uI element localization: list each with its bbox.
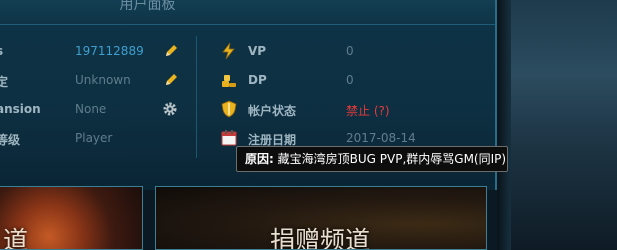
vp-value: 0 [346, 44, 354, 58]
coins-icon [220, 71, 238, 93]
dp-label: DP [248, 73, 267, 87]
register-date-value: 2017-08-14 [346, 131, 416, 145]
tooltip-text: 藏宝海湾房顶BUG PVP,群内辱骂GM(同IP) [277, 152, 507, 166]
lightning-icon [220, 42, 238, 64]
background-decoration [497, 0, 617, 250]
expansion-label: ansion [0, 102, 41, 116]
dp-value: 0 [346, 73, 354, 87]
account-status-label: 帐户状态 [248, 104, 297, 118]
email-label: 定 [0, 75, 9, 89]
donation-channel-banner[interactable]: 捐赠频道 [155, 186, 487, 250]
ban-reason-tooltip: 原因: 藏宝海湾房顶BUG PVP,群内辱骂GM(同IP) [236, 146, 508, 172]
channel-banner-left[interactable]: 道 [0, 186, 143, 250]
email-value: Unknown [75, 73, 131, 87]
panel-title: 用户面板 [119, 0, 176, 13]
banner-left-text: 道 [3, 226, 29, 250]
username-value[interactable]: 197112889 [75, 44, 144, 58]
column-divider [196, 36, 197, 158]
pencil-icon[interactable] [163, 72, 179, 92]
shield-icon [220, 100, 238, 122]
account-level-label: 等级 [0, 133, 21, 147]
tooltip-label: 原因: [245, 152, 274, 166]
vp-label: VP [248, 44, 267, 58]
pencil-icon[interactable] [163, 43, 179, 63]
gear-icon[interactable] [162, 101, 178, 121]
account-status-value[interactable]: 禁止 (?) [346, 102, 390, 119]
username-label: s [0, 44, 3, 58]
panel-header: 用户面板 [0, 0, 495, 25]
account-level-value: Player [75, 131, 113, 145]
expansion-value: None [75, 102, 107, 116]
banner-right-text: 捐赠频道 [270, 226, 371, 250]
